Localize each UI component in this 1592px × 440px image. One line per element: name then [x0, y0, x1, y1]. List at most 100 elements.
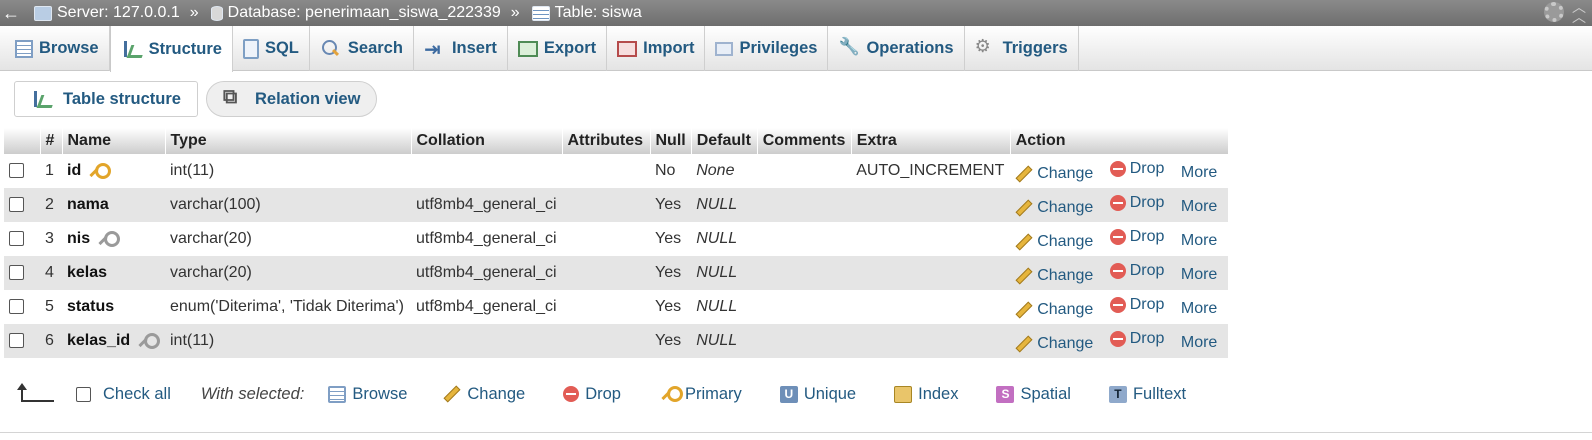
tab-label: SQL	[264, 39, 299, 57]
column-collation	[411, 324, 562, 358]
drop-label: Drop	[1129, 261, 1165, 279]
change-label: Change	[1037, 198, 1094, 216]
pencil-icon	[1015, 165, 1033, 182]
row-number: 3	[40, 222, 62, 256]
sql-icon	[242, 38, 259, 59]
topbar-controls: ︿ ︿	[1544, 0, 1588, 24]
structure-icon	[31, 89, 51, 109]
collapse-icon[interactable]: ︿ ︿	[1570, 0, 1588, 24]
column-default: NULL	[691, 256, 758, 290]
tab-privileges[interactable]: Privileges	[705, 26, 829, 71]
column-name: nama	[67, 196, 109, 213]
change-button[interactable]: Change	[1015, 335, 1093, 353]
tab-import[interactable]: Import	[607, 26, 706, 71]
change-button[interactable]: Change	[1015, 233, 1093, 251]
change-button[interactable]: Change	[1015, 199, 1093, 217]
breadcrumb-table[interactable]: Table: siswa	[531, 4, 642, 22]
tab-structure[interactable]: Structure	[109, 26, 233, 72]
more-button[interactable]: More	[1181, 300, 1217, 317]
bulk-browse-label: Browse	[352, 384, 408, 403]
table-row: 3 nis varchar(20) utf8mb4_general_ci Yes…	[4, 222, 1229, 256]
drop-label: Drop	[1129, 329, 1165, 347]
bulk-drop-button[interactable]: Drop	[563, 385, 621, 404]
column-attributes	[562, 188, 650, 222]
column-actions: Change Drop More	[1010, 188, 1229, 222]
drop-button[interactable]: Drop	[1109, 193, 1165, 212]
settings-gear-icon[interactable]	[1544, 2, 1564, 22]
breadcrumb-server[interactable]: Server: 127.0.0.1	[34, 4, 180, 22]
row-checkbox-cell	[4, 154, 40, 188]
back-arrow-icon[interactable]: ←	[0, 3, 22, 24]
column-name: status	[67, 298, 115, 315]
bulk-unique-button[interactable]: U Unique	[779, 384, 857, 404]
change-button[interactable]: Change	[1015, 165, 1093, 183]
tab-operations[interactable]: Operations	[828, 26, 965, 71]
drop-button[interactable]: Drop	[1109, 160, 1164, 178]
more-button[interactable]: More	[1181, 266, 1217, 283]
bulk-unique-label: Unique	[803, 384, 857, 403]
column-comments	[757, 324, 852, 358]
row-checkbox[interactable]	[9, 231, 24, 247]
row-checkbox[interactable]	[9, 163, 24, 179]
tab-search[interactable]: Search	[310, 26, 414, 71]
tab-label: Operations	[866, 39, 954, 57]
structure-table: # Name Type Collation Attributes Null De…	[4, 128, 1229, 358]
drop-label: Drop	[1129, 227, 1165, 245]
drop-button[interactable]: Drop	[1109, 296, 1164, 314]
more-button[interactable]: More	[1181, 164, 1217, 181]
column-default: NULL	[691, 324, 758, 358]
row-checkbox[interactable]	[9, 265, 24, 281]
bulk-spatial-button[interactable]: S Spatial	[996, 384, 1071, 404]
column-type: varchar(100)	[165, 188, 411, 222]
drop-label: Drop	[1129, 193, 1165, 211]
tab-label: Triggers	[1002, 39, 1068, 57]
breadcrumb-server-label[interactable]: Server: 127.0.0.1	[57, 4, 180, 22]
row-number: 6	[40, 324, 62, 358]
row-checkbox[interactable]	[9, 333, 24, 349]
tab-export[interactable]: Export	[508, 26, 608, 71]
bulk-primary-button[interactable]: Primary	[659, 385, 742, 404]
more-button[interactable]: More	[1181, 198, 1217, 215]
drop-button[interactable]: Drop	[1109, 227, 1165, 246]
change-label: Change	[1037, 334, 1094, 352]
more-button[interactable]: More	[1181, 334, 1217, 351]
tab-sql[interactable]: SQL	[233, 26, 310, 71]
drop-button[interactable]: Drop	[1109, 329, 1165, 348]
more-button[interactable]: More	[1181, 232, 1217, 249]
change-button[interactable]: Change	[1015, 267, 1093, 285]
bulk-drop-label: Drop	[585, 384, 621, 403]
subtab-relation-view[interactable]: Relation view	[205, 81, 378, 117]
column-null: Yes	[650, 324, 692, 358]
breadcrumb-database-label[interactable]: Database: penerimaan_siswa_222339	[228, 4, 501, 22]
table-row: 6 kelas_id int(11) Yes NULL Change Drop …	[4, 324, 1229, 358]
row-checkbox-cell	[4, 222, 40, 256]
breadcrumb-database[interactable]: Database: penerimaan_siswa_222339	[210, 4, 501, 22]
bulk-spatial-label: Spatial	[1020, 384, 1071, 403]
server-icon	[34, 5, 52, 21]
tab-insert[interactable]: Insert	[414, 26, 508, 71]
column-collation: utf8mb4_general_ci	[411, 290, 562, 324]
main-tabs: Browse Structure SQL Search Insert Expor…	[0, 26, 1592, 72]
change-button[interactable]: Change	[1015, 301, 1093, 319]
bulk-change-button[interactable]: Change	[443, 385, 525, 404]
tab-triggers[interactable]: Triggers	[965, 26, 1079, 71]
row-checkbox[interactable]	[9, 299, 24, 315]
pencil-icon	[1015, 267, 1033, 284]
check-all-label[interactable]: Check all	[103, 385, 171, 404]
drop-icon	[1109, 330, 1126, 347]
header-name[interactable]: Name	[62, 128, 166, 154]
row-checkbox[interactable]	[9, 197, 24, 213]
column-collation: utf8mb4_general_ci	[411, 188, 562, 222]
column-comments	[757, 256, 852, 290]
bulk-index-button[interactable]: Index	[894, 385, 958, 404]
bulk-browse-button[interactable]: Browse	[328, 385, 407, 404]
tab-browse[interactable]: Browse	[5, 26, 110, 71]
bulk-fulltext-button[interactable]: T Fulltext	[1108, 385, 1186, 404]
column-comments	[757, 222, 852, 256]
drop-button[interactable]: Drop	[1109, 261, 1165, 280]
subtab-table-structure[interactable]: Table structure	[14, 81, 198, 117]
column-type: int(11)	[165, 154, 411, 188]
check-all-checkbox[interactable]	[76, 386, 91, 402]
pencil-icon	[1015, 199, 1033, 216]
breadcrumb-table-label[interactable]: Table: siswa	[555, 4, 642, 22]
